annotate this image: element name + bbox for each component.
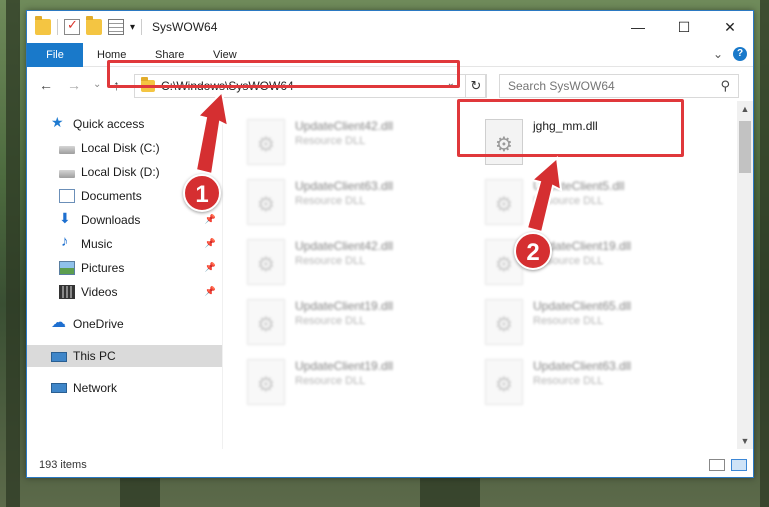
- arrow-1: [194, 89, 230, 176]
- callout-arrows: [194, 89, 563, 234]
- arrow-2: [525, 156, 563, 234]
- step-2-badge: 2: [514, 232, 552, 270]
- step-1-badge: 1: [183, 174, 221, 212]
